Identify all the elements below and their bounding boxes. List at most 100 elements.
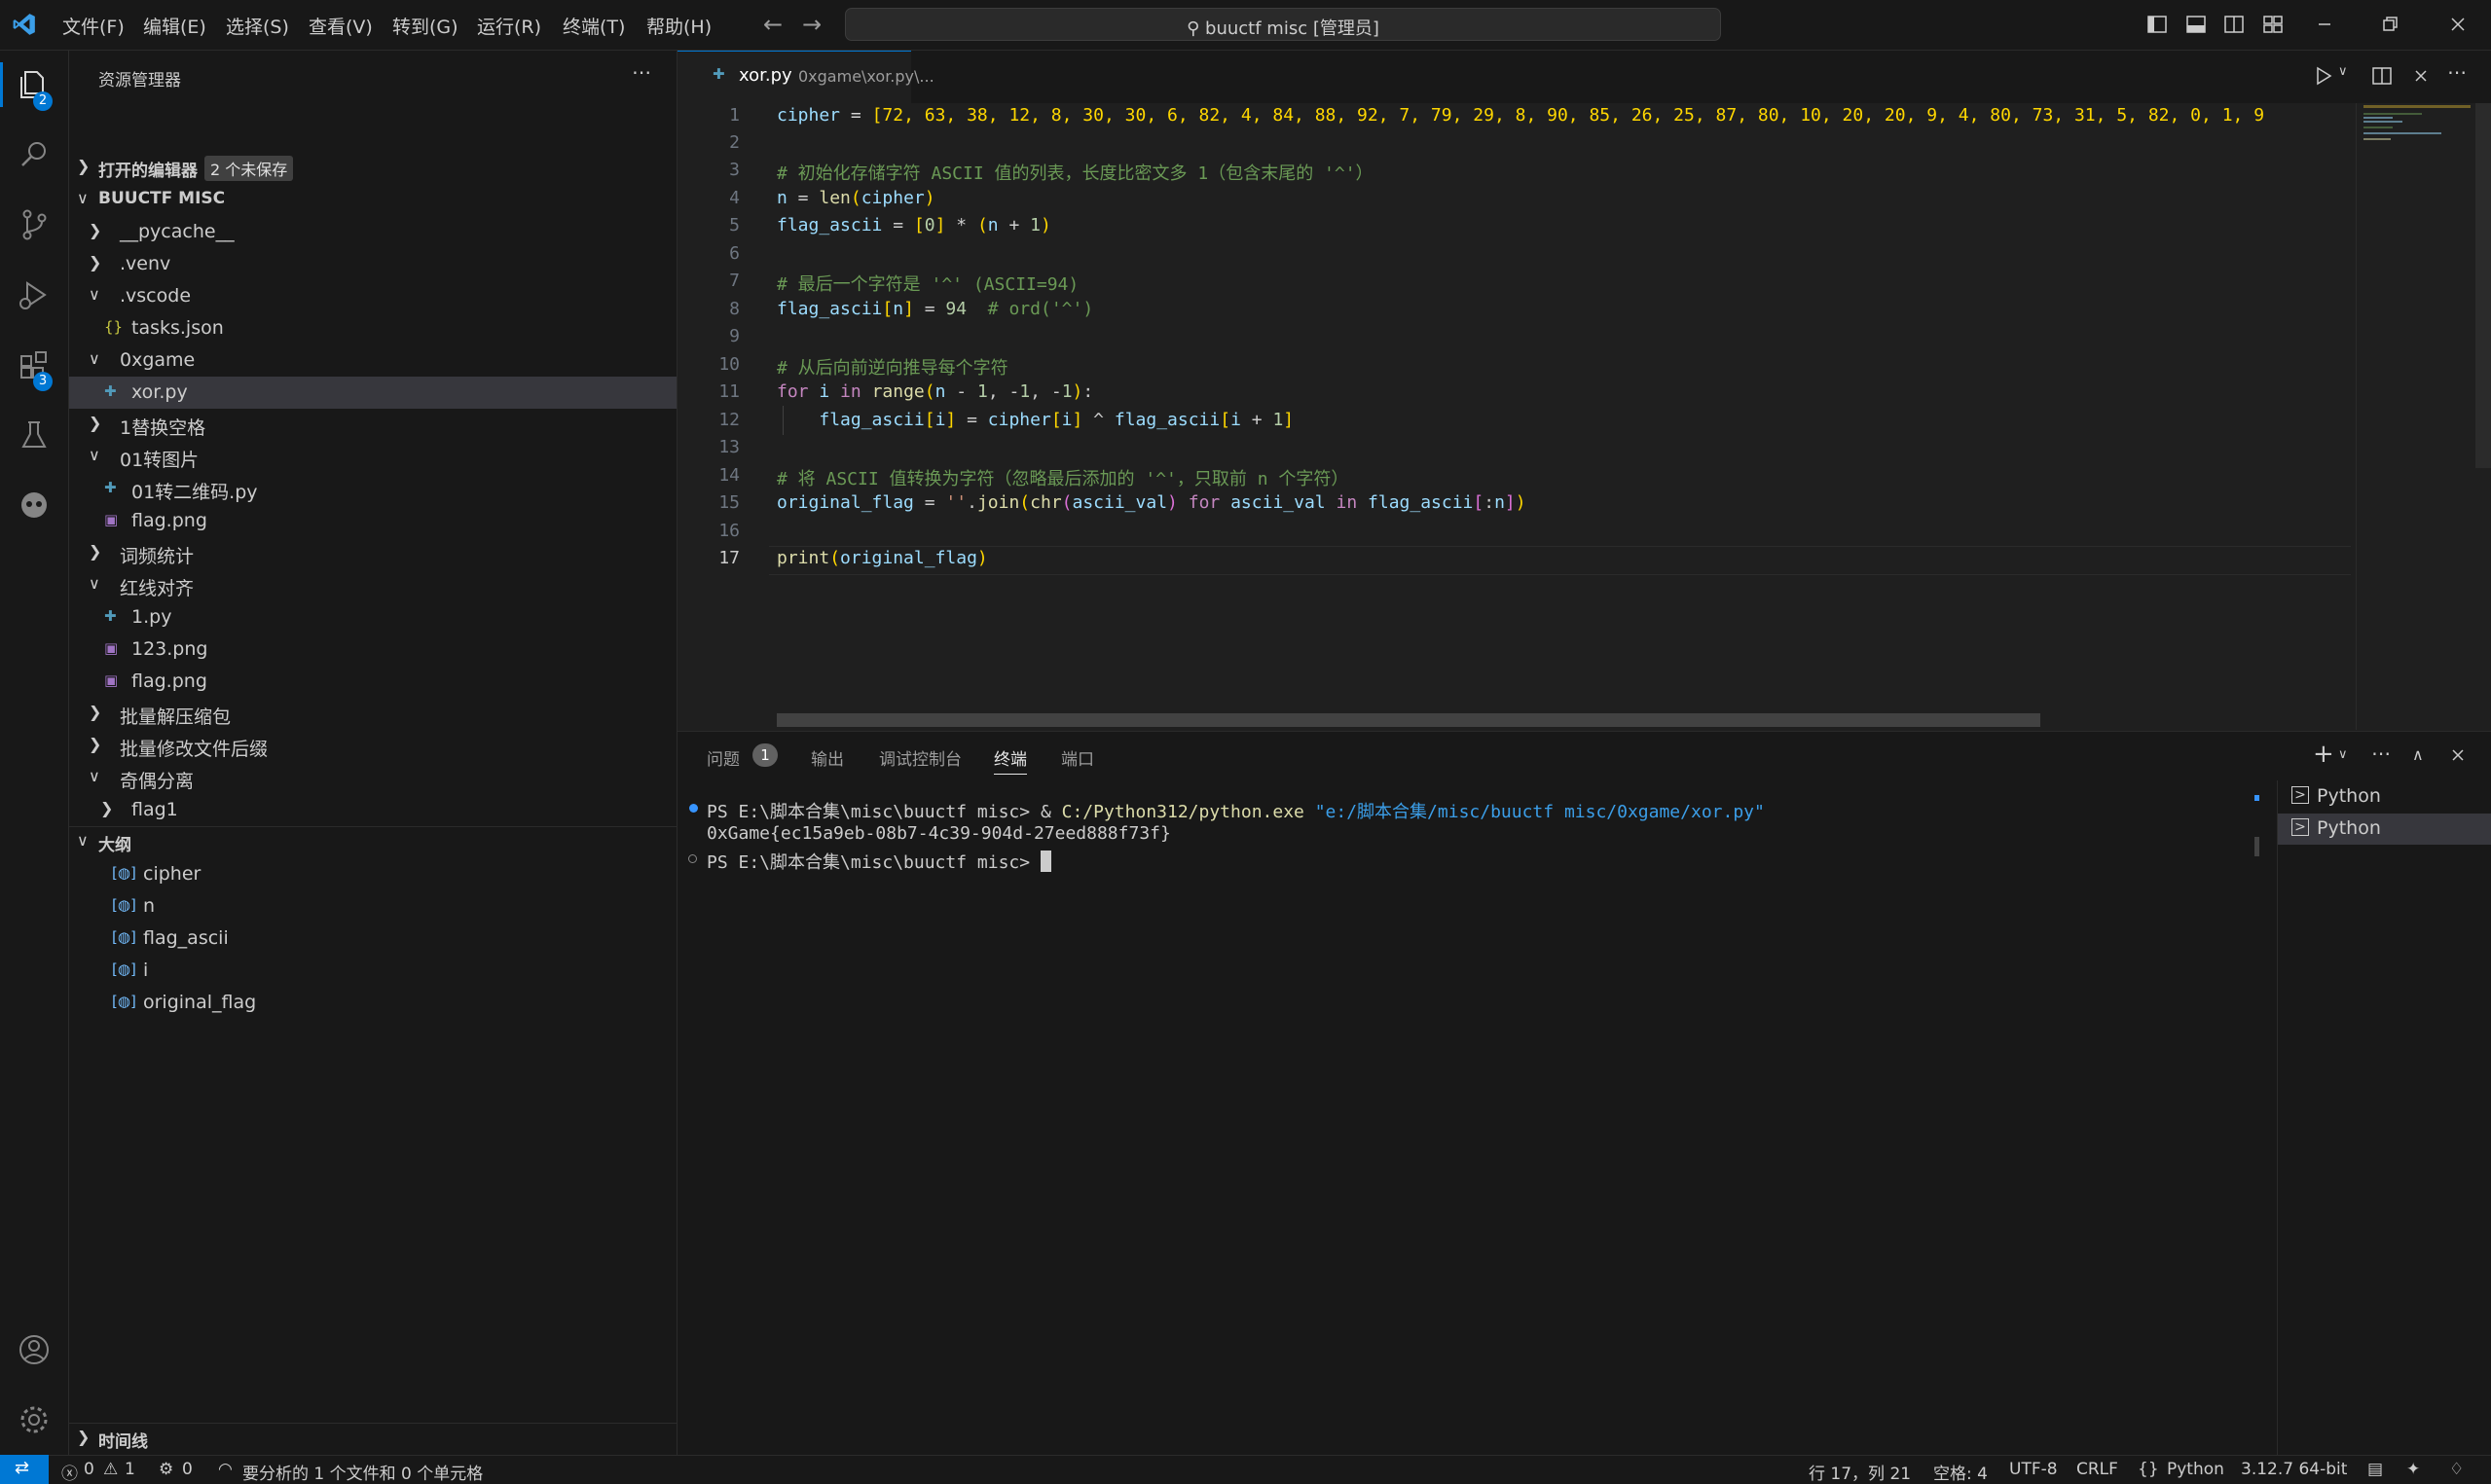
- account-icon[interactable]: [14, 1329, 55, 1370]
- error-count[interactable]: 0: [84, 1460, 94, 1479]
- panel-tab-debug-console[interactable]: 调试控制台: [879, 745, 962, 770]
- source-control-icon[interactable]: [14, 204, 55, 245]
- close-tab-icon[interactable]: [2410, 65, 2432, 87]
- split-editor-icon[interactable]: [2371, 65, 2393, 87]
- outline-item-original-flag[interactable]: [◍] original_flag: [69, 987, 677, 1019]
- remote-indicator[interactable]: ⇄: [0, 1455, 49, 1484]
- settings-gear-icon[interactable]: [14, 1399, 55, 1440]
- ports-icon[interactable]: ⚙: [159, 1460, 173, 1479]
- command-center-search[interactable]: ⚲ buuctf misc [管理员]: [845, 8, 1721, 41]
- timeline-section[interactable]: ❯ 时间线: [69, 1423, 677, 1455]
- minimap[interactable]: [2360, 103, 2476, 142]
- open-editors-section[interactable]: ❯ 打开的编辑器 2 个未保存: [69, 152, 677, 184]
- workspace-section[interactable]: ∨ BUUCTF MISC: [69, 184, 677, 216]
- explorer-badge: 2: [33, 91, 53, 111]
- horizontal-scrollbar[interactable]: [777, 713, 2040, 727]
- file-info-icon[interactable]: ▤: [2367, 1460, 2383, 1479]
- tree-folder-7[interactable]: ∨ 奇偶分离: [69, 762, 677, 794]
- copilot-icon[interactable]: ✦: [2406, 1460, 2420, 1479]
- menu-selection[interactable]: 选择(S): [226, 13, 289, 39]
- testing-icon[interactable]: [14, 415, 55, 455]
- tree-folder-3[interactable]: ❯ 词频统计: [69, 537, 677, 569]
- forward-arrow-icon[interactable]: →: [802, 11, 822, 38]
- tree-item-label: 批量解压缩包: [120, 706, 232, 728]
- panel-tab-output[interactable]: 输出: [811, 745, 844, 770]
- line-ending[interactable]: CRLF: [2076, 1460, 2118, 1479]
- menu-edit[interactable]: 编辑(E): [143, 13, 206, 39]
- tree-file-flag-png[interactable]: ▣ flag.png: [69, 505, 677, 537]
- outline-section[interactable]: ∨ 大纲: [69, 826, 677, 858]
- analysis-status[interactable]: 要分析的 1 个文件和 0 个单元格: [242, 1460, 483, 1484]
- menu-goto[interactable]: 转到(G): [392, 13, 458, 39]
- notifications-bell-icon[interactable]: ♢: [2449, 1460, 2464, 1479]
- cursor-position[interactable]: 行 17，列 21: [1809, 1460, 1911, 1484]
- tree-folder-6[interactable]: ❯ 批量修改文件后缀: [69, 730, 677, 762]
- tree-file-flag-png-2[interactable]: ▣ flag.png: [69, 666, 677, 698]
- command-success-dot[interactable]: [689, 804, 698, 813]
- tree-folder-pycache[interactable]: ❯ __pycache__: [69, 216, 677, 248]
- tree-folder-1[interactable]: ❯ 1替换空格: [69, 409, 677, 441]
- minimize-icon[interactable]: [2314, 14, 2335, 35]
- outline-item-i[interactable]: [◍] i: [69, 955, 677, 987]
- outline-item-flag-ascii[interactable]: [◍] flag_ascii: [69, 923, 677, 955]
- search-icon[interactable]: [14, 134, 55, 175]
- terminal-line-3[interactable]: PS E:\脚本合集\misc\buuctf misc>: [707, 849, 1051, 874]
- python-interpreter[interactable]: 3.12.7 64-bit: [2241, 1460, 2347, 1479]
- terminal-scrollbar[interactable]: [2254, 837, 2259, 856]
- chevron-down-icon: ∨: [77, 189, 89, 207]
- terminal-list-item[interactable]: > Python: [2278, 781, 2491, 813]
- tree-folder-5[interactable]: ❯ 批量解压缩包: [69, 698, 677, 730]
- restore-icon[interactable]: [2379, 14, 2400, 35]
- tree-file-qrcode-py[interactable]: ✚ 01转二维码.py: [69, 473, 677, 505]
- warning-icon[interactable]: ⚠: [103, 1460, 118, 1479]
- remote-explorer-icon[interactable]: [14, 485, 55, 525]
- toggle-secondary-sidebar-icon[interactable]: [2223, 14, 2245, 35]
- close-window-icon[interactable]: [2447, 14, 2469, 35]
- customize-layout-icon[interactable]: [2262, 14, 2284, 35]
- tree-folder-venv[interactable]: ❯ .venv: [69, 248, 677, 280]
- tree-file-1-py[interactable]: ✚ 1.py: [69, 601, 677, 633]
- vertical-scrollbar[interactable]: [2475, 103, 2491, 468]
- back-arrow-icon[interactable]: ←: [763, 11, 783, 38]
- run-debug-icon[interactable]: [14, 274, 55, 315]
- menu-help[interactable]: 帮助(H): [646, 13, 712, 39]
- toggle-panel-icon[interactable]: [2185, 14, 2207, 35]
- more-actions-icon[interactable]: ⋯: [2371, 742, 2391, 765]
- new-terminal-icon[interactable]: +: [2313, 740, 2334, 769]
- tree-folder-vscode[interactable]: ∨ .vscode: [69, 280, 677, 312]
- maximize-panel-icon[interactable]: ∧: [2412, 745, 2424, 764]
- panel-tab-ports[interactable]: 端口: [1061, 745, 1094, 770]
- ports-count[interactable]: 0: [182, 1460, 193, 1479]
- tree-folder-4[interactable]: ∨ 红线对齐: [69, 569, 677, 601]
- menu-terminal[interactable]: 终端(T): [563, 13, 625, 39]
- terminal-list-label: Python: [2317, 817, 2381, 839]
- panel-tab-problems[interactable]: 问题: [707, 745, 740, 770]
- chevron-down-icon[interactable]: ∨: [2338, 64, 2348, 79]
- more-actions-icon[interactable]: ⋯: [632, 60, 651, 84]
- tree-file-tasks[interactable]: {} tasks.json: [69, 312, 677, 344]
- outline-item-cipher[interactable]: [◍] cipher: [69, 858, 677, 890]
- menu-run[interactable]: 运行(R): [477, 13, 541, 39]
- run-python-file-icon[interactable]: [2313, 65, 2334, 87]
- indentation[interactable]: 空格: 4: [1933, 1460, 1988, 1484]
- menu-view[interactable]: 查看(V): [309, 13, 373, 39]
- tree-folder-flag1[interactable]: ❯ flag1: [69, 794, 677, 826]
- tab-xor-py[interactable]: ✚ xor.py 0xgame\xor.py\...: [678, 51, 934, 103]
- warning-count[interactable]: 1: [125, 1460, 135, 1479]
- chevron-down-icon[interactable]: ∨: [2338, 747, 2348, 762]
- error-icon[interactable]: ⓧ: [61, 1460, 78, 1484]
- tree-file-123-png[interactable]: ▣ 123.png: [69, 633, 677, 666]
- panel-tab-terminal[interactable]: 终端: [994, 745, 1027, 775]
- outline-item-n[interactable]: [◍] n: [69, 890, 677, 923]
- tree-folder-0xgame[interactable]: ∨ 0xgame: [69, 344, 677, 377]
- close-panel-icon[interactable]: [2448, 745, 2468, 765]
- encoding[interactable]: UTF-8: [2009, 1460, 2058, 1479]
- toggle-primary-sidebar-icon[interactable]: [2146, 14, 2168, 35]
- terminal-list-item-selected[interactable]: > Python: [2278, 814, 2491, 845]
- more-actions-icon[interactable]: ⋯: [2447, 60, 2467, 84]
- language-mode[interactable]: Python: [2167, 1460, 2224, 1479]
- tree-file-xor[interactable]: ✚ xor.py: [69, 377, 677, 409]
- menu-file[interactable]: 文件(F): [62, 13, 125, 39]
- tree-folder-2[interactable]: ∨ 01转图片: [69, 441, 677, 473]
- chevron-right-icon: ❯: [89, 253, 102, 271]
